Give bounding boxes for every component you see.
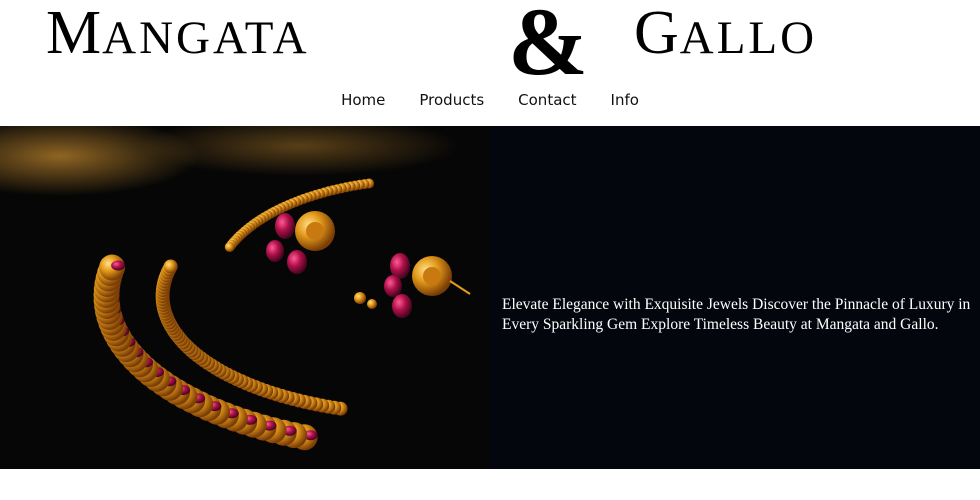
- nav-link-info[interactable]: Info: [611, 88, 639, 112]
- main-nav: Home Products Contact Info: [0, 88, 980, 112]
- nav-link-contact[interactable]: Contact: [518, 88, 576, 112]
- brand-ampersand: &: [508, 0, 588, 95]
- nav-link-products[interactable]: Products: [419, 88, 484, 112]
- brand-name-left: M ANGATA: [46, 0, 310, 67]
- brand-right-initial: G: [634, 0, 680, 67]
- hero-tagline: Elevate Elegance with Exquisite Jewels D…: [502, 295, 971, 333]
- brand-name-right: G ALLO: [634, 0, 817, 67]
- hero-banner: Elevate Elegance with Exquisite Jewels D…: [0, 126, 980, 469]
- brand-logo[interactable]: M ANGATA & G ALLO: [0, 0, 980, 90]
- brand-right-rest: ALLO: [679, 12, 818, 64]
- brand-left-initial: M: [46, 0, 103, 67]
- nav-link-home[interactable]: Home: [341, 88, 385, 112]
- brand-left-rest: ANGATA: [102, 12, 310, 64]
- hero-jewelry-image: [0, 126, 490, 469]
